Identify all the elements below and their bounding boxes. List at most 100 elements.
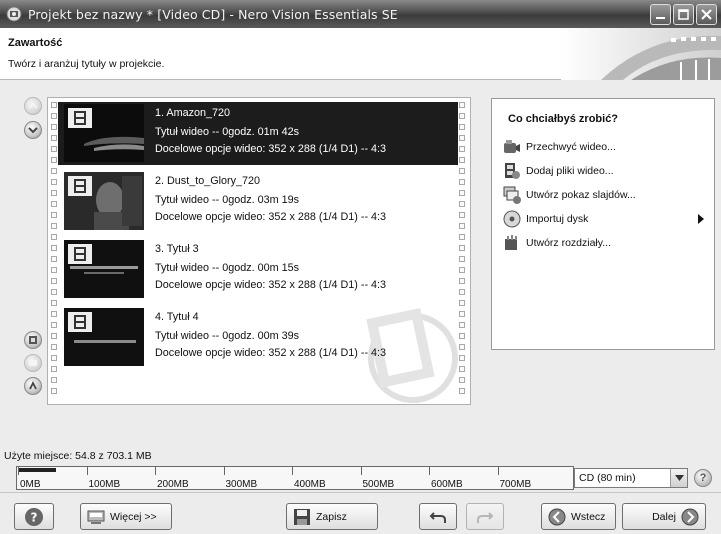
title-item-4[interactable]: 4. Tytuł 4 Tytuł wideo -- 0godz. 00m 39s… [58,306,458,369]
film-perforation [459,234,465,240]
ruler-tick-label: 700MB [499,479,532,490]
video-film-icon [68,312,92,332]
title-item-2[interactable]: 2. Dust_to_Glory_720 Tytuł wideo -- 0god… [58,170,458,233]
move-up-button[interactable] [24,97,42,115]
ruler-tick-label: 300MB [225,479,258,490]
film-perforation [51,267,57,273]
arrow-down-icon [28,127,38,134]
film-perforation [459,146,465,152]
back-button-label: Wstecz [571,510,606,523]
film-perforation [51,135,57,141]
import-disc-label: Importuj dysk [526,213,589,225]
used-space-fill [18,468,56,472]
film-perforation [51,113,57,119]
dropdown-arrow[interactable] [670,469,687,487]
maximize-icon [678,9,689,20]
ruler-tick-mark [86,467,88,475]
back-button[interactable]: Wstecz [541,503,616,530]
arrow-right-icon [681,508,699,525]
title-options: Docelowe opcje wideo: 352 x 288 (1/4 D1)… [155,143,387,155]
create-chapters-action[interactable]: Utwórz rozdziały... [502,233,706,253]
disc-type-select[interactable]: CD (80 min) [574,468,688,488]
next-button[interactable]: Dalej [622,503,706,530]
film-perforation [51,212,57,218]
content-area: 1. Amazon_720 Tytuł wideo -- 0godz. 01m … [0,81,721,436]
page-subtitle: Twórz i aranżuj tytuły w projekcie. [8,58,165,70]
film-perforation [51,311,57,317]
close-button[interactable] [696,4,717,25]
move-down-button[interactable] [24,121,42,139]
title-options: Docelowe opcje wideo: 352 x 288 (1/4 D1)… [155,211,387,223]
svg-text:?: ? [31,510,38,524]
title-item-3[interactable]: 3. Tytuł 3 Tytuł wideo -- 0godz. 00m 15s… [58,238,458,301]
chevron-down-icon [674,475,684,481]
disc-icon [503,210,521,228]
ruler-tick-label: 400MB [294,479,326,490]
film-perforation [51,322,57,328]
ruler-tick-mark [223,467,225,475]
capture-video-action[interactable]: Przechwyć wideo... [502,137,706,157]
title-thumbnail [64,104,144,162]
film-perforation [51,146,57,152]
more-button[interactable]: Więcej >> [80,503,172,530]
help-icon: ? [25,507,43,526]
split-title-button[interactable] [24,354,42,372]
title-list[interactable]: 1. Amazon_720 Tytuł wideo -- 0godz. 01m … [47,97,471,405]
add-video-files-action[interactable]: Dodaj pliki wideo... [502,161,706,181]
film-perforation [459,190,465,196]
edit-title-button[interactable] [24,377,42,395]
film-perforation [459,223,465,229]
film-perforation [51,366,57,372]
help-button[interactable]: ? [14,503,54,530]
title-thumbnail [64,172,144,230]
next-button-label: Dalej [652,510,676,523]
ruler-tick-mark [18,467,19,475]
close-icon [701,9,712,20]
save-button[interactable]: Zapisz [286,503,378,530]
create-slideshow-label: Utwórz pokaz slajdów... [526,189,636,201]
film-perforation [51,157,57,163]
title-name: 2. Dust_to_Glory_720 [155,175,261,187]
edit-icon [29,381,37,390]
title-info: Tytuł wideo -- 0godz. 00m 15s [155,262,300,274]
film-perforation [459,267,465,273]
film-perforation [459,289,465,295]
page-header: Zawartość Twórz i aranżuj tytuły w proje… [0,28,721,80]
film-play-icon [29,336,37,344]
film-perforation [459,245,465,251]
title-info: Tytuł wideo -- 0godz. 03m 19s [155,194,300,206]
nero-app-icon [6,6,22,22]
more-options-icon [87,510,105,524]
ruler-tick-label: 0MB [20,479,41,490]
redo-button[interactable] [466,503,504,530]
undo-icon [429,511,446,523]
import-disc-action[interactable]: Importuj dysk [502,209,706,229]
title-name: 3. Tytuł 3 [155,243,199,255]
ruler-tick-mark [497,467,499,475]
redo-icon [477,511,494,523]
window-title: Projekt bez nazwy * [Video CD] - Nero Vi… [28,6,398,22]
arrow-left-icon [548,508,566,525]
film-perforation [51,278,57,284]
title-item-1[interactable]: 1. Amazon_720 Tytuł wideo -- 0godz. 01m … [58,102,458,165]
ruler-tick-label: 200MB [157,479,189,490]
arrow-up-icon [28,102,38,109]
create-slideshow-action[interactable]: Utwórz pokaz slajdów... [502,185,706,205]
title-options: Docelowe opcje wideo: 352 x 288 (1/4 D1)… [155,279,387,291]
disc-help-button[interactable]: ? [694,469,712,487]
film-perforation [459,278,465,284]
film-perforation [51,300,57,306]
maximize-button[interactable] [673,4,694,25]
save-button-label: Zapisz [316,510,347,523]
film-perforation [51,168,57,174]
bottom-toolbar: ? Więcej >> Zapisz Wstecz Dalej [0,492,721,534]
minimize-button[interactable] [650,4,671,25]
video-film-icon [68,108,92,128]
undo-button[interactable] [419,503,457,530]
film-perforation [51,179,57,185]
split-icon [29,360,37,366]
play-title-button[interactable] [24,331,42,349]
film-perforation [459,157,465,163]
ruler-tick-mark [360,467,362,475]
film-perforation [51,190,57,196]
